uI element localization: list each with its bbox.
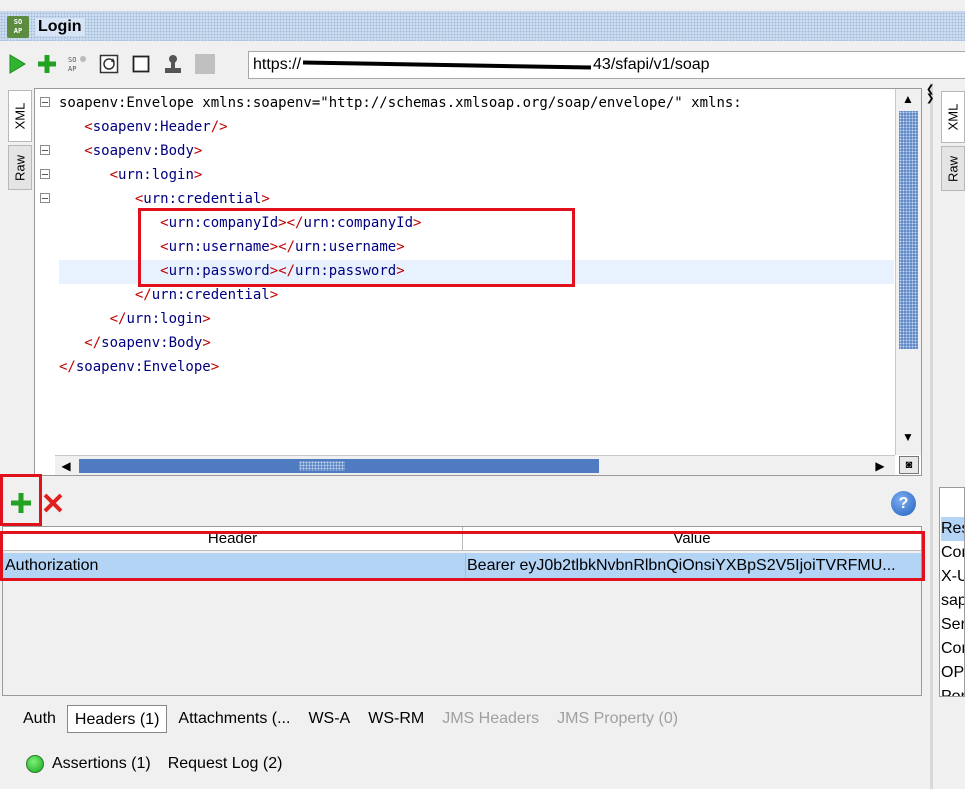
title-bar: SO AP Login — [0, 11, 965, 41]
scroll-right-icon[interactable]: ▶ — [869, 456, 891, 476]
tab-response-xml[interactable]: XML — [941, 91, 965, 143]
endpoint-url-field[interactable]: https:// 43/sfapi/v1/soap — [248, 51, 965, 79]
list-item[interactable]: Ser — [941, 613, 964, 637]
code-line[interactable]: <soapenv:Header/> — [59, 115, 227, 139]
add-icon[interactable] — [36, 53, 58, 75]
tab-xml-label: XML — [12, 102, 28, 130]
fold-toggle-icon[interactable] — [40, 97, 50, 107]
tab-attachments[interactable]: Attachments (... — [171, 705, 297, 733]
status-bar: Assertions (1) Request Log (2) — [26, 755, 282, 773]
tab-auth[interactable]: Auth — [16, 705, 63, 733]
fold-toggle-icon[interactable] — [40, 145, 50, 155]
request-log-tab[interactable]: Request Log (2) — [168, 755, 283, 773]
response-headers-list: Res Cor X-U sap Ser Cor OP Por — [939, 487, 965, 697]
scroll-left-icon[interactable]: ◀ — [55, 456, 77, 476]
code-line[interactable]: </soapenv:Body> — [59, 331, 210, 355]
refresh-icon[interactable] — [98, 53, 120, 75]
tab-jms-property: JMS Property (0) — [557, 710, 679, 727]
svg-text:AP: AP — [68, 65, 76, 73]
code-line[interactable]: </urn:login> — [59, 307, 211, 331]
tab-raw-label: Raw — [12, 154, 28, 181]
scroll-thumb[interactable] — [79, 459, 599, 473]
tab-ws-rm[interactable]: WS-RM — [361, 705, 431, 733]
window-title: Login — [35, 17, 85, 36]
code-line[interactable]: soapenv:Envelope xmlns:soapenv="http://s… — [59, 91, 742, 115]
fold-toggle-icon[interactable] — [40, 169, 50, 179]
soap-logo-icon: SO AP — [7, 15, 29, 38]
zoom-icon[interactable]: ◙ — [899, 456, 919, 474]
divider — [930, 83, 933, 789]
stop-icon[interactable] — [130, 53, 152, 75]
fold-gutter — [35, 89, 55, 455]
svg-text:SO: SO — [68, 56, 76, 64]
code-line[interactable]: <soapenv:Body> — [59, 139, 202, 163]
endpoint-suffix: 43/sfapi/v1/soap — [593, 56, 710, 73]
scroll-down-icon[interactable]: ▼ — [896, 427, 920, 447]
scroll-up-icon[interactable]: ▲ — [896, 89, 920, 109]
tab-response-raw[interactable]: Raw — [941, 146, 965, 191]
annotation-credentials-box — [138, 208, 575, 287]
fold-toggle-icon[interactable] — [40, 193, 50, 203]
annotation-add-button-box — [0, 474, 42, 526]
list-item[interactable]: sap — [941, 589, 964, 613]
annotation-headers-table-box — [0, 531, 925, 581]
assertions-tab[interactable]: Assertions (1) — [52, 755, 151, 773]
tab-jms-headers: JMS Headers — [442, 710, 540, 727]
scroll-thumb[interactable] — [899, 111, 918, 349]
tab-raw[interactable]: Raw — [8, 145, 32, 190]
tab-response-xml-label: XML — [945, 103, 961, 131]
disabled-square-icon — [194, 53, 216, 75]
list-item[interactable]: OP — [941, 661, 964, 685]
user-icon[interactable] — [162, 53, 184, 75]
remove-header-icon[interactable] — [42, 492, 64, 514]
collapse-arrows-icon[interactable]: ❮ ❯ — [926, 85, 936, 105]
tab-xml[interactable]: XML — [8, 90, 32, 142]
code-line[interactable]: </soapenv:Envelope> — [59, 355, 219, 379]
horizontal-scrollbar[interactable]: ◀ ▶ — [55, 455, 895, 475]
code-line[interactable]: <urn:login> — [59, 163, 203, 187]
endpoint-prefix: https:// — [253, 56, 302, 73]
list-item[interactable]: Res — [941, 517, 964, 541]
list-item[interactable]: Por — [941, 685, 964, 696]
list-item[interactable]: Cor — [941, 541, 964, 565]
wsdl-icon[interactable]: SO AP — [66, 53, 88, 75]
tab-ws-a[interactable]: WS-A — [301, 705, 357, 733]
play-icon[interactable] — [6, 53, 28, 75]
headers-toolbar — [0, 484, 930, 522]
tab-headers[interactable]: Headers (1) — [66, 705, 168, 733]
help-icon[interactable]: ? — [891, 491, 916, 516]
vertical-scrollbar[interactable]: ▲ ▼ — [895, 89, 921, 455]
assertion-status-icon — [26, 755, 44, 773]
tab-response-raw-label: Raw — [945, 155, 961, 182]
list-item[interactable]: Cor — [941, 637, 964, 661]
list-item[interactable]: X-U — [941, 565, 964, 589]
redacted-host — [303, 60, 592, 70]
request-tabs: Auth Headers (1) Attachments (... WS-A W… — [16, 703, 689, 735]
